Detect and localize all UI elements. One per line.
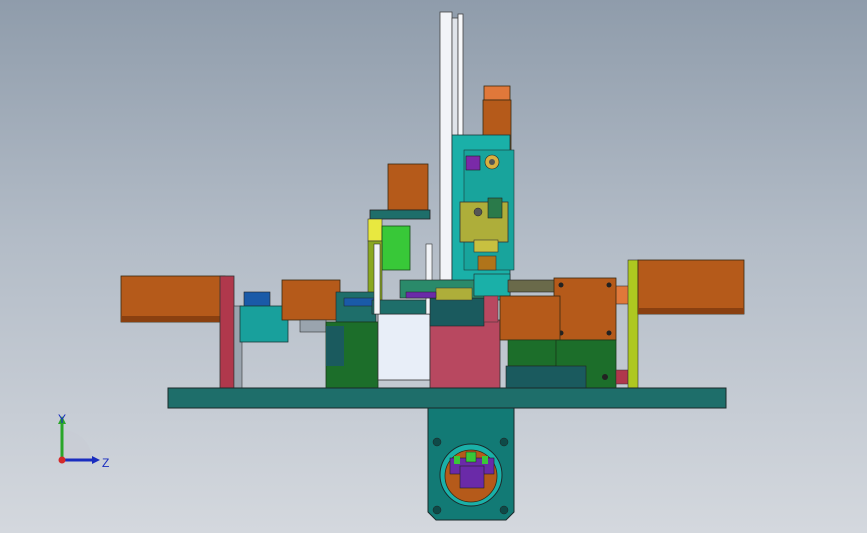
right-gear-housing xyxy=(499,277,629,389)
right-large-motor xyxy=(627,259,745,389)
z-axis-label: Z xyxy=(102,456,110,470)
triad-origin xyxy=(58,456,66,464)
z-axis-arrow xyxy=(92,456,100,464)
coordinate-triad: Y Z xyxy=(40,410,120,480)
machine-assembly-drawing[interactable] xyxy=(0,0,867,533)
left-drive-unit xyxy=(239,279,341,343)
y-axis-label: Y xyxy=(58,412,67,426)
base-plate xyxy=(167,387,727,409)
lower-motor-mount xyxy=(427,407,515,521)
cad-graphics-viewport[interactable]: Y Z xyxy=(0,0,867,533)
left-large-motor xyxy=(120,275,243,389)
